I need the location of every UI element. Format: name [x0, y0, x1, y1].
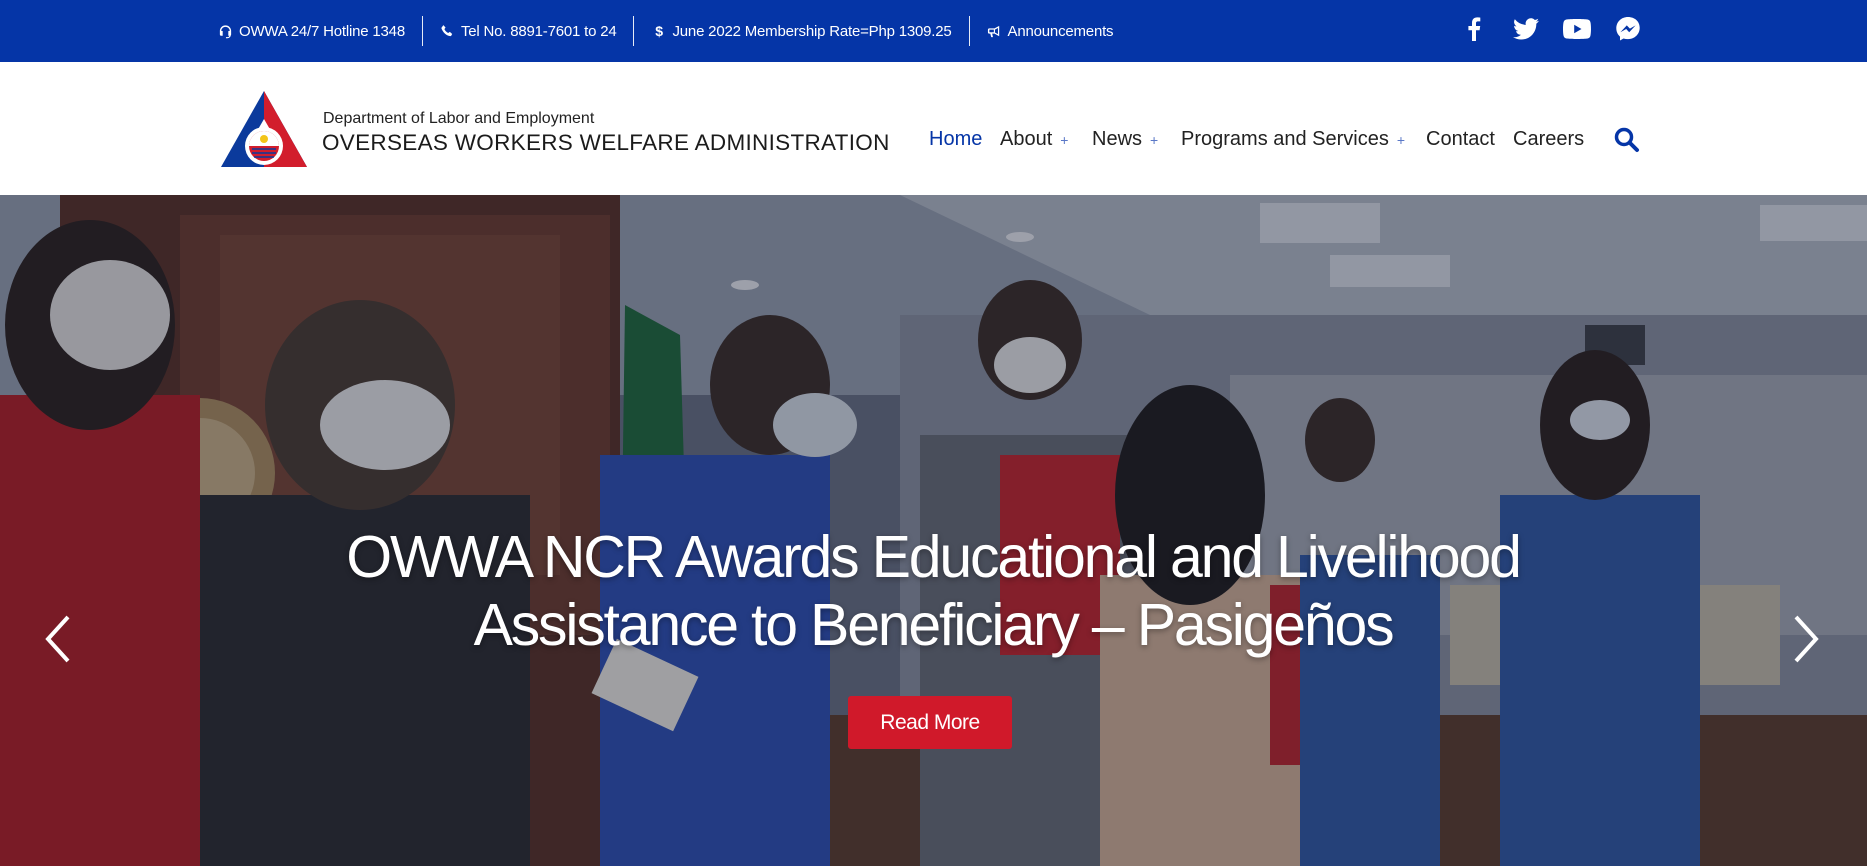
nav-programs-label: Programs and Services	[1181, 128, 1389, 150]
nav-careers[interactable]: Careers	[1513, 128, 1584, 151]
plus-icon: +	[1150, 131, 1159, 148]
nav-news[interactable]: News +	[1092, 128, 1158, 151]
read-more-button[interactable]: Read More	[848, 696, 1012, 749]
nav-news-label: News	[1092, 128, 1143, 150]
prev-slide-button[interactable]	[38, 611, 78, 667]
hero-title[interactable]: OWWA NCR Awards Educational and Liveliho…	[233, 523, 1633, 659]
site-header: Department of Labor and Employment OVERS…	[0, 62, 1867, 195]
plus-icon: +	[1060, 131, 1069, 148]
messenger-icon	[1616, 17, 1640, 41]
chevron-left-icon	[45, 615, 70, 663]
facebook-icon	[1468, 17, 1481, 41]
next-slide-button[interactable]	[1786, 611, 1826, 667]
facebook-link[interactable]	[1460, 15, 1488, 43]
youtube-icon	[1563, 19, 1591, 39]
twitter-link[interactable]	[1512, 15, 1540, 43]
search-icon[interactable]	[1613, 126, 1641, 154]
social-links	[0, 0, 1867, 62]
nav-programs[interactable]: Programs and Services +	[1181, 128, 1405, 151]
twitter-icon	[1513, 18, 1539, 40]
hero-title-line-1: OWWA NCR Awards Educational and Liveliho…	[346, 524, 1522, 590]
chevron-right-icon	[1794, 615, 1819, 663]
plus-icon: +	[1396, 131, 1406, 148]
messenger-link[interactable]	[1614, 15, 1642, 43]
nav-about[interactable]: About +	[1000, 128, 1068, 151]
nav-about-label: About	[1000, 128, 1053, 150]
hero-title-line-2: Assistance to Beneficiary – Pasigeños	[473, 592, 1395, 658]
top-bar: OWWA 24/7 Hotline 1348 Tel No. 8891-7601…	[0, 0, 1867, 62]
nav-contact[interactable]: Contact	[1426, 128, 1495, 151]
agency-name[interactable]: OVERSEAS WORKERS WELFARE ADMINISTRATION	[322, 130, 890, 156]
hero-slider: OWWA NCR Awards Educational and Liveliho…	[0, 195, 1867, 866]
nav-contact-label: Contact	[1426, 128, 1495, 150]
nav-home[interactable]: Home	[929, 128, 982, 151]
youtube-link[interactable]	[1563, 15, 1591, 43]
department-name: Department of Labor and Employment	[323, 110, 595, 127]
nav-careers-label: Careers	[1513, 128, 1585, 150]
nav-home-label: Home	[929, 128, 983, 150]
owwa-logo[interactable]	[219, 89, 309, 169]
